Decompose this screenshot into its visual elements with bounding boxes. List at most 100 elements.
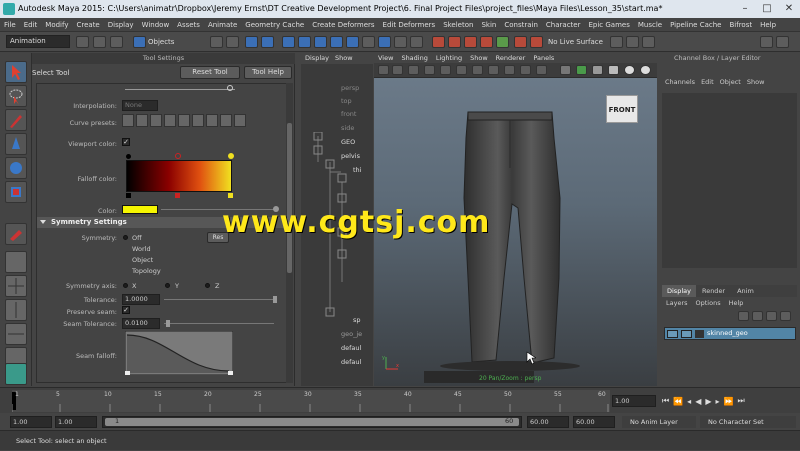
outliner-menu-display[interactable]: Display <box>301 54 333 62</box>
magnet-icon[interactable] <box>496 36 509 48</box>
go-to-end-icon[interactable]: ⏭ <box>737 396 744 406</box>
tolerance-slider-handle[interactable] <box>273 296 277 303</box>
vp-menu-lighting[interactable]: Lighting <box>432 53 466 63</box>
menu-edit[interactable]: Edit <box>20 18 42 32</box>
channel-box-toggle-icon[interactable] <box>760 36 773 48</box>
vp-menu-shading[interactable]: Shading <box>397 53 431 63</box>
ramp-stop-yellow[interactable] <box>228 193 233 198</box>
cb-menu-show[interactable]: Show <box>744 78 768 86</box>
minimize-button[interactable]: – <box>734 0 756 18</box>
step-forward-frame-icon[interactable]: ▸ <box>716 397 720 406</box>
falloff-color-ramp[interactable] <box>126 160 232 192</box>
menu-window[interactable]: Window <box>138 18 174 32</box>
cb-menu-channels[interactable]: Channels <box>662 78 698 86</box>
paint-select-tool-icon[interactable] <box>5 109 27 131</box>
menu-constrain[interactable]: Constrain <box>500 18 542 32</box>
axis-z-radio[interactable] <box>205 283 210 288</box>
render-frame-icon[interactable] <box>410 36 423 48</box>
layer-down-icon[interactable] <box>780 311 791 321</box>
ramp-stop-red[interactable] <box>175 193 180 198</box>
collapse-arrow-icon[interactable] <box>40 220 46 224</box>
curve-preset-9[interactable] <box>234 114 246 127</box>
new-layer-icon[interactable] <box>738 311 749 321</box>
vp-menu-view[interactable]: View <box>374 53 397 63</box>
menu-set-dropdown[interactable]: Animation <box>6 35 70 48</box>
modeling-toolkit-icon[interactable] <box>626 36 639 48</box>
curve-point-handle[interactable] <box>227 85 233 91</box>
hypershade-icon[interactable] <box>480 36 493 48</box>
vp-menu-show[interactable]: Show <box>466 53 492 63</box>
wireframe-icon[interactable] <box>560 65 571 75</box>
menu-character[interactable]: Character <box>542 18 585 32</box>
smooth-shade-icon[interactable] <box>576 65 587 75</box>
symmetry-world-label[interactable]: World <box>132 245 151 253</box>
layer-type-toggle[interactable] <box>681 330 692 338</box>
seam-falloff-curve-editor[interactable] <box>125 331 233 375</box>
layer-visibility-toggle[interactable] <box>667 330 678 338</box>
select-mode-icon[interactable] <box>133 36 146 48</box>
snap-curve-icon[interactable] <box>298 36 311 48</box>
menu-assets[interactable]: Assets <box>173 18 204 32</box>
preserve-seam-checkbox[interactable]: ✓ <box>122 306 130 314</box>
snap-view-icon[interactable] <box>330 36 343 48</box>
curve-preset-4[interactable] <box>164 114 176 127</box>
menu-edit-deformers[interactable]: Edit Deformers <box>379 18 440 32</box>
playback-start-field[interactable]: 1.00 <box>55 416 97 428</box>
playback-end-field[interactable]: 60.00 <box>527 416 569 428</box>
wireframe-on-shaded-icon[interactable] <box>592 65 603 75</box>
construction-history-icon[interactable] <box>362 36 375 48</box>
viewport-color-checkbox[interactable]: ✓ <box>122 138 130 146</box>
snap-live-icon[interactable] <box>346 36 359 48</box>
outliner-menu-show[interactable]: Show <box>333 54 355 62</box>
menu-display[interactable]: Display <box>104 18 138 32</box>
lights-icon[interactable] <box>624 65 635 75</box>
outliner-item-top[interactable]: top <box>301 95 373 107</box>
move-tool-icon[interactable] <box>5 133 27 155</box>
render-settings-icon[interactable] <box>464 36 477 48</box>
menu-muscle[interactable]: Muscle <box>634 18 666 32</box>
outliner-item-front[interactable]: front <box>301 108 373 120</box>
shadows-icon[interactable] <box>640 65 651 75</box>
curve-preset-3[interactable] <box>150 114 162 127</box>
time-slider[interactable]: 1 5 10 15 20 25 30 35 40 45 50 55 60 1.0… <box>0 387 800 413</box>
falloff-point-end[interactable] <box>228 371 233 375</box>
layout-single-icon[interactable] <box>5 251 27 273</box>
menu-file[interactable]: File <box>0 18 20 32</box>
hierarchy-mask-icon[interactable] <box>210 36 223 48</box>
menu-bifrost[interactable]: Bifrost <box>725 18 756 32</box>
layer-up-icon[interactable] <box>766 311 777 321</box>
vp-menu-renderer[interactable]: Renderer <box>492 53 530 63</box>
play-forwards-icon[interactable]: ▶ <box>705 397 711 406</box>
gate-mask-icon[interactable] <box>488 65 499 75</box>
seam-tolerance-field[interactable]: 0.0100 <box>122 318 160 329</box>
animation-start-field[interactable]: 1.00 <box>10 416 52 428</box>
layer-color-swatch[interactable] <box>695 330 704 338</box>
image-plane-icon[interactable] <box>424 65 435 75</box>
layer-row-skinned-geo[interactable]: skinned_geo <box>664 327 796 340</box>
menu-skeleton[interactable]: Skeleton <box>439 18 477 32</box>
symmetry-off-radio[interactable] <box>123 235 128 240</box>
live-surface-icon[interactable] <box>530 36 543 48</box>
ipr-render-icon[interactable] <box>448 36 461 48</box>
curve-preset-7[interactable] <box>206 114 218 127</box>
cb-menu-object[interactable]: Object <box>717 78 744 86</box>
curve-preset-5[interactable] <box>178 114 190 127</box>
snap-grid-icon[interactable] <box>282 36 295 48</box>
time-slider-track[interactable]: 1 5 10 15 20 25 30 35 40 45 50 55 60 <box>12 390 610 412</box>
anim-layer-dropdown[interactable]: No Anim Layer <box>622 416 696 428</box>
ramp-handle-yellow[interactable] <box>228 153 234 159</box>
rotate-tool-icon[interactable] <box>5 157 27 179</box>
step-forward-key-icon[interactable]: ⏩ <box>724 397 734 406</box>
menu-help[interactable]: Help <box>756 18 780 32</box>
ramp-handle-black[interactable] <box>126 154 131 159</box>
layer-menu-options[interactable]: Options <box>692 299 725 307</box>
range-slider-bar[interactable]: 1 60 <box>105 417 519 426</box>
menu-animate[interactable]: Animate <box>204 18 241 32</box>
new-layer-selected-icon[interactable] <box>752 311 763 321</box>
lock-icon[interactable] <box>394 36 407 48</box>
textured-icon[interactable] <box>608 65 619 75</box>
sculpt-tool-icon[interactable] <box>5 223 27 245</box>
outliner-item-persp[interactable]: persp <box>301 82 373 94</box>
interpolation-dropdown[interactable]: None <box>122 100 158 111</box>
seam-tolerance-slider-track[interactable] <box>164 323 274 324</box>
